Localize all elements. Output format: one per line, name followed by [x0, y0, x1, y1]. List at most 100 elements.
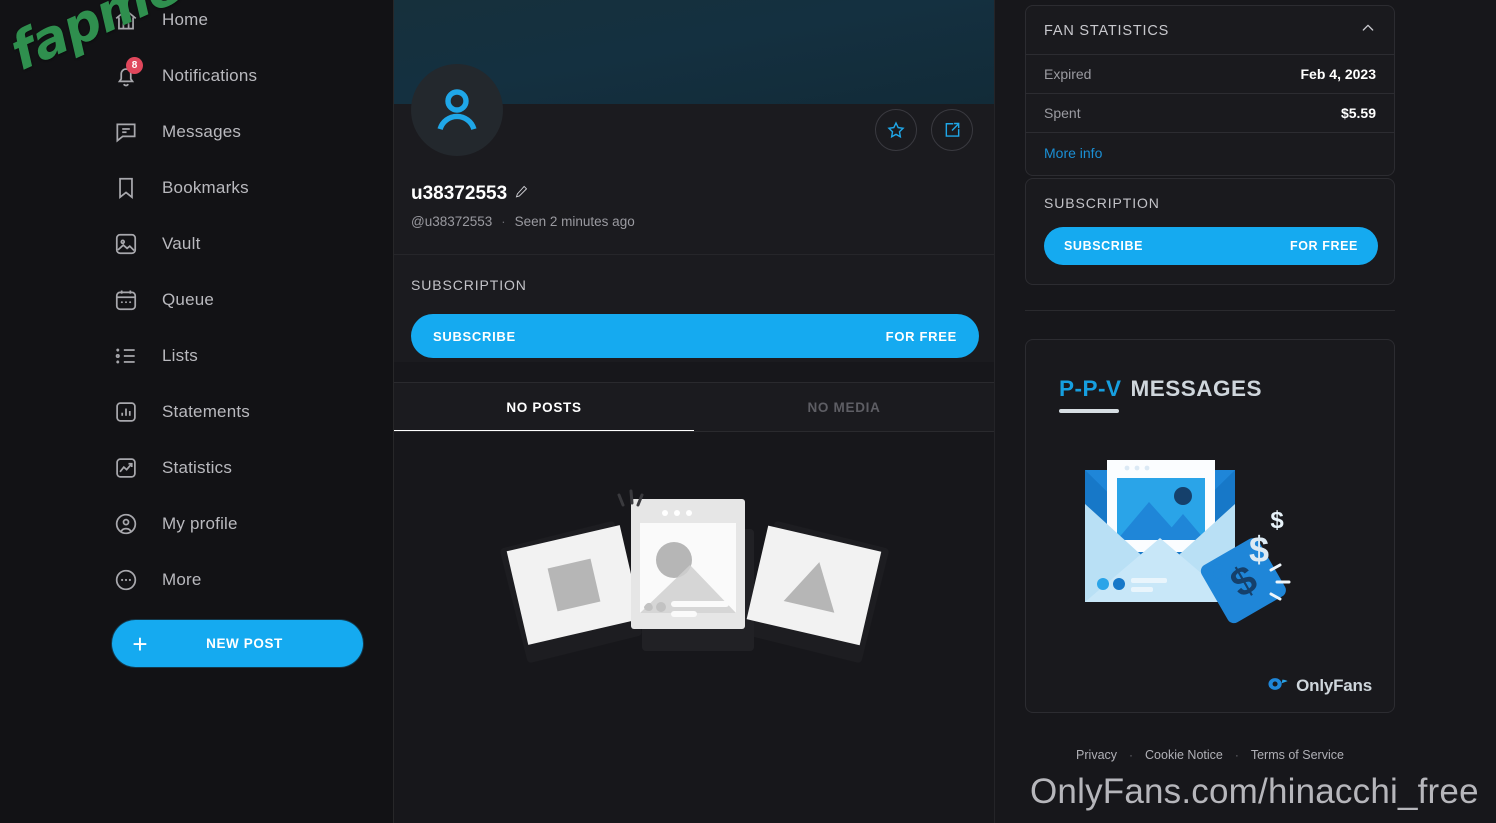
fan-row-key: Expired	[1044, 66, 1092, 82]
new-post-label: NEW POST	[206, 636, 283, 651]
sidebar-item-home[interactable]: Home	[112, 0, 372, 48]
right-divider	[1025, 310, 1395, 311]
edit-pencil-icon[interactable]	[514, 184, 529, 204]
fan-statistics-header[interactable]: FAN STATISTICS	[1026, 6, 1394, 54]
footer-links: Privacy · Cookie Notice · Terms of Servi…	[1025, 748, 1395, 762]
share-icon	[945, 122, 960, 137]
sidebar-item-label: Lists	[162, 346, 198, 365]
app-root: Home 8 Notifications Messages Bookmarks …	[0, 0, 1496, 823]
calendar-icon	[112, 286, 140, 314]
footer-link-privacy[interactable]: Privacy	[1076, 748, 1117, 762]
onlyfans-wordmark: OnlyFans	[1296, 676, 1372, 695]
bar-chart-icon	[112, 398, 140, 426]
new-post-button[interactable]: + NEW POST	[112, 620, 363, 667]
avatar[interactable]	[411, 64, 503, 156]
subscription-card: SUBSCRIPTION SUBSCRIBE FOR FREE	[1025, 178, 1395, 285]
sidebar-item-messages[interactable]: Messages	[112, 104, 372, 160]
promo-title-part2: MESSAGES	[1130, 376, 1263, 401]
tab-no-media[interactable]: NO MEDIA	[694, 383, 994, 432]
fan-row-value: Feb 4, 2023	[1300, 66, 1377, 82]
center-column: u38372553 @u38372553 · Seen 2 minutes ag…	[394, 0, 995, 823]
username-row: u38372553	[411, 183, 529, 205]
display-name: u38372553	[411, 183, 508, 204]
svg-text:$: $	[1270, 507, 1284, 534]
empty-posts-area	[394, 432, 994, 823]
no-posts-illustration	[500, 489, 889, 663]
sidebar-item-more[interactable]: More	[112, 552, 372, 608]
promo-underline	[1059, 409, 1119, 413]
sidebar-item-my-profile[interactable]: My profile	[112, 496, 372, 552]
sidebar-item-statistics[interactable]: Statistics	[112, 440, 372, 496]
fan-row-key: Spent	[1044, 105, 1081, 121]
sidebar-item-label: Messages	[162, 122, 242, 141]
sidebar-item-notifications[interactable]: 8 Notifications	[112, 48, 372, 104]
user-circle-icon	[112, 510, 140, 538]
sidebar-nav: Home 8 Notifications Messages Bookmarks …	[112, 0, 372, 608]
star-icon	[887, 121, 905, 139]
onlyfans-logo-icon	[1267, 677, 1289, 696]
svg-text:$: $	[1249, 529, 1269, 570]
sidebar-item-vault[interactable]: Vault	[112, 216, 372, 272]
footer-separator: ·	[1129, 748, 1134, 762]
tab-label: NO POSTS	[506, 400, 582, 415]
subscribe-price: FOR FREE	[885, 328, 957, 344]
ppv-envelope-illustration: $ $ $	[1085, 460, 1291, 624]
sidebar-item-label: Bookmarks	[162, 178, 249, 197]
profile-actions	[875, 109, 973, 151]
sidebar-item-label: My profile	[162, 514, 238, 533]
sidebar-item-label: Statements	[162, 402, 250, 421]
profile-meta: @u38372553 · Seen 2 minutes ago	[411, 214, 635, 229]
sidebar-item-label: Statistics	[162, 458, 233, 477]
subscribe-label: SUBSCRIBE	[433, 328, 516, 344]
meta-separator: ·	[501, 214, 506, 229]
tab-label: NO MEDIA	[807, 400, 881, 415]
sidebar-item-statements[interactable]: Statements	[112, 384, 372, 440]
sidebar-item-bookmarks[interactable]: Bookmarks	[112, 160, 372, 216]
fan-statistics-row: Expired Feb 4, 2023	[1026, 54, 1394, 93]
line-chart-icon	[112, 454, 140, 482]
left-sidebar: Home 8 Notifications Messages Bookmarks …	[0, 0, 394, 823]
fan-statistics-title: FAN STATISTICS	[1044, 22, 1170, 39]
subscribe-label: SUBSCRIBE	[1064, 239, 1144, 253]
user-icon	[437, 89, 477, 131]
sidebar-subscribe-button[interactable]: SUBSCRIBE FOR FREE	[1044, 227, 1378, 265]
vault-icon	[112, 230, 140, 258]
bookmark-icon	[112, 174, 140, 202]
notifications-badge: 8	[126, 57, 143, 74]
favorite-star-button[interactable]	[875, 109, 917, 151]
tab-no-posts[interactable]: NO POSTS	[394, 383, 694, 432]
profile-tabs: NO POSTS NO MEDIA	[394, 382, 994, 432]
list-icon	[112, 342, 140, 370]
fan-statistics-card: FAN STATISTICS Expired Feb 4, 2023 Spent…	[1025, 5, 1395, 176]
fan-statistics-row: Spent $5.59	[1026, 93, 1394, 132]
sidebar-item-label: Vault	[162, 234, 201, 253]
home-icon	[112, 6, 140, 34]
subscription-card-title: SUBSCRIPTION	[1044, 195, 1160, 211]
footer-link-cookie-notice[interactable]: Cookie Notice	[1145, 748, 1223, 762]
sidebar-item-label: Queue	[162, 290, 215, 309]
right-sidebar: FAN STATISTICS Expired Feb 4, 2023 Spent…	[995, 0, 1496, 823]
sidebar-item-queue[interactable]: Queue	[112, 272, 372, 328]
onlyfans-brand: OnlyFans	[1267, 676, 1372, 696]
bell-icon: 8	[112, 57, 143, 90]
chevron-up-icon[interactable]	[1360, 20, 1376, 41]
sidebar-item-lists[interactable]: Lists	[112, 328, 372, 384]
sidebar-item-label: Notifications	[162, 66, 258, 85]
footer-link-terms-of-service[interactable]: Terms of Service	[1251, 748, 1344, 762]
ppv-promo-card[interactable]: P-P-V MESSAGES $ $ $ OnlyFans	[1025, 339, 1395, 713]
subscribe-price: FOR FREE	[1290, 239, 1358, 253]
more-info-link[interactable]: More info	[1026, 132, 1394, 175]
plus-icon: +	[132, 628, 148, 659]
subscription-heading: SUBSCRIPTION	[411, 277, 527, 293]
share-button[interactable]	[931, 109, 973, 151]
promo-title: P-P-V MESSAGES	[1059, 376, 1262, 402]
profile-handle: @u38372553	[411, 214, 493, 229]
footer-separator: ·	[1234, 748, 1239, 762]
subscribe-button[interactable]: SUBSCRIBE FOR FREE	[411, 314, 979, 358]
sidebar-item-label: Home	[162, 10, 209, 29]
message-icon	[112, 118, 140, 146]
last-seen: Seen 2 minutes ago	[514, 214, 635, 229]
profile-header: u38372553 @u38372553 · Seen 2 minutes ag…	[394, 64, 994, 254]
center-subscription-section: SUBSCRIPTION SUBSCRIBE FOR FREE	[394, 254, 994, 362]
promo-title-part1: P-P-V	[1059, 376, 1122, 401]
